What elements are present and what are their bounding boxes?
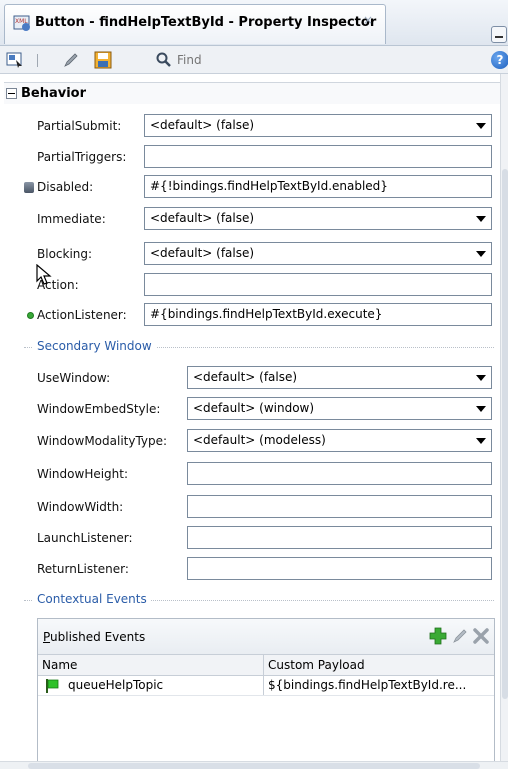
mouse-cursor-icon [36,264,52,285]
window-modality-type-select[interactable]: <default> (modeless) [187,429,492,452]
flag-icon [46,679,59,693]
launch-listener-label: LaunchListener: [37,531,133,545]
action-listener-input[interactable]: #{bindings.findHelpTextById.execute} [144,303,492,326]
edit-icon[interactable] [451,627,469,645]
published-events-title-rest: ublished Events [50,630,146,644]
horizontal-scroll-thumb[interactable] [28,763,480,769]
minimize-button[interactable] [491,26,507,43]
add-icon[interactable] [429,627,447,645]
disabled-label: Disabled: [37,180,94,194]
window-height-label: WindowHeight: [37,467,129,481]
partial-triggers-label: PartialTriggers: [37,150,127,164]
horizontal-scrollbar[interactable] [0,761,508,769]
events-table-header: Name Custom Payload [38,655,494,676]
partial-submit-value: <default> (false) [150,118,255,132]
delete-icon[interactable] [472,627,490,645]
property-inspector-tab[interactable]: XML Button - findHelpTextById - Property… [4,4,386,44]
row-return-listener: ReturnListener: [0,557,500,583]
chevron-down-icon[interactable] [476,438,486,444]
use-window-select[interactable]: <default> (false) [187,366,492,389]
behavior-section-header[interactable]: Behavior [4,82,500,104]
toolbar-separator [37,54,38,67]
contextual-events-group: Contextual Events [0,591,500,609]
partial-submit-label: PartialSubmit: [37,119,122,133]
row-partial-triggers: PartialTriggers: [0,145,500,171]
window-embed-style-value: <default> (window) [193,401,315,415]
chevron-down-icon[interactable] [476,406,486,412]
published-events-panel: Published Events Name Custom Payload que… [37,618,495,768]
vertical-scrollbar[interactable] [500,74,508,762]
chevron-down-icon[interactable] [476,216,486,222]
row-action: Action: [0,273,500,299]
row-blocking: Blocking: <default> (false) [0,242,500,268]
action-listener-label: ActionListener: [37,308,127,322]
row-window-width: WindowWidth: [0,495,500,521]
window-embed-style-label: WindowEmbedStyle: [37,402,161,416]
chevron-down-icon[interactable] [476,123,486,129]
launch-listener-input[interactable] [187,526,492,549]
row-launch-listener: LaunchListener: [0,526,500,552]
row-action-listener: ActionListener: #{bindings.findHelpTextB… [0,303,500,329]
use-window-value: <default> (false) [193,370,298,384]
return-listener-input[interactable] [187,557,492,580]
find-input[interactable] [177,50,477,70]
help-icon[interactable]: ? [491,51,508,69]
toolbar: ? [0,46,508,74]
row-window-embed-style: WindowEmbedStyle: <default> (window) [0,397,500,423]
title-bar: XML Button - findHelpTextById - Property… [0,0,508,46]
secondary-window-group: Secondary Window [0,338,500,356]
behavior-section-label: Behavior [21,86,87,101]
return-listener-label: ReturnListener: [37,562,129,576]
partial-submit-select[interactable]: <default> (false) [144,114,492,137]
published-events-header: Published Events [38,619,494,655]
blocking-label: Blocking: [37,247,93,261]
window-width-label: WindowWidth: [37,500,124,514]
event-payload-cell: ${bindings.findHelpTextById.re... [268,678,467,692]
row-window-height: WindowHeight: [0,462,500,488]
row-immediate: Immediate: <default> (false) [0,207,500,233]
column-name-header[interactable]: Name [42,658,77,672]
action-input[interactable] [144,273,492,296]
window-modality-type-value: <default> (modeless) [193,433,326,447]
pencil-icon[interactable] [62,51,80,69]
blocking-value: <default> (false) [150,246,255,260]
secondary-window-label: Secondary Window [33,339,156,353]
published-events-title: Published Events [43,630,145,644]
published-events-mnemonic: P [43,630,51,644]
save-icon[interactable] [94,51,112,69]
disabled-marker-icon [24,182,34,193]
row-use-window: UseWindow: <default> (false) [0,366,500,392]
row-disabled: Disabled: #{!bindings.findHelpTextById.e… [0,175,500,201]
vertical-scroll-thumb[interactable] [502,169,508,699]
collapse-icon[interactable] [6,88,17,99]
immediate-label: Immediate: [37,212,106,226]
window-height-input[interactable] [187,462,492,485]
blocking-select[interactable]: <default> (false) [144,242,492,265]
bound-dot-icon [27,312,34,319]
use-window-label: UseWindow: [37,371,111,385]
tab-title: Button - findHelpTextById - Property Ins… [35,15,377,30]
row-window-modality-type: WindowModalityType: <default> (modeless) [0,429,500,455]
partial-triggers-input[interactable] [144,145,492,168]
column-payload-header[interactable]: Custom Payload [268,658,365,672]
event-name-cell: queueHelpTopic [68,678,164,692]
xml-component-icon: XML [13,15,30,31]
contextual-events-label: Contextual Events [33,592,151,606]
window-width-input[interactable] [187,495,492,518]
immediate-value: <default> (false) [150,211,255,225]
chevron-down-icon[interactable] [476,375,486,381]
select-tool-icon[interactable] [6,51,24,69]
property-panel: Behavior PartialSubmit: <default> (false… [0,74,500,768]
disabled-input[interactable]: #{!bindings.findHelpTextById.enabled} [144,175,492,198]
chevron-down-icon[interactable] [476,251,486,257]
table-row[interactable]: queueHelpTopic ${bindings.findHelpTextBy… [38,676,494,696]
tab-close-icon[interactable]: × [363,13,373,27]
search-icon [156,52,171,67]
row-partial-submit: PartialSubmit: <default> (false) [0,114,500,140]
window-embed-style-select[interactable]: <default> (window) [187,397,492,420]
immediate-select[interactable]: <default> (false) [144,207,492,230]
find-field[interactable] [155,50,485,70]
window-modality-type-label: WindowModalityType: [37,434,168,448]
